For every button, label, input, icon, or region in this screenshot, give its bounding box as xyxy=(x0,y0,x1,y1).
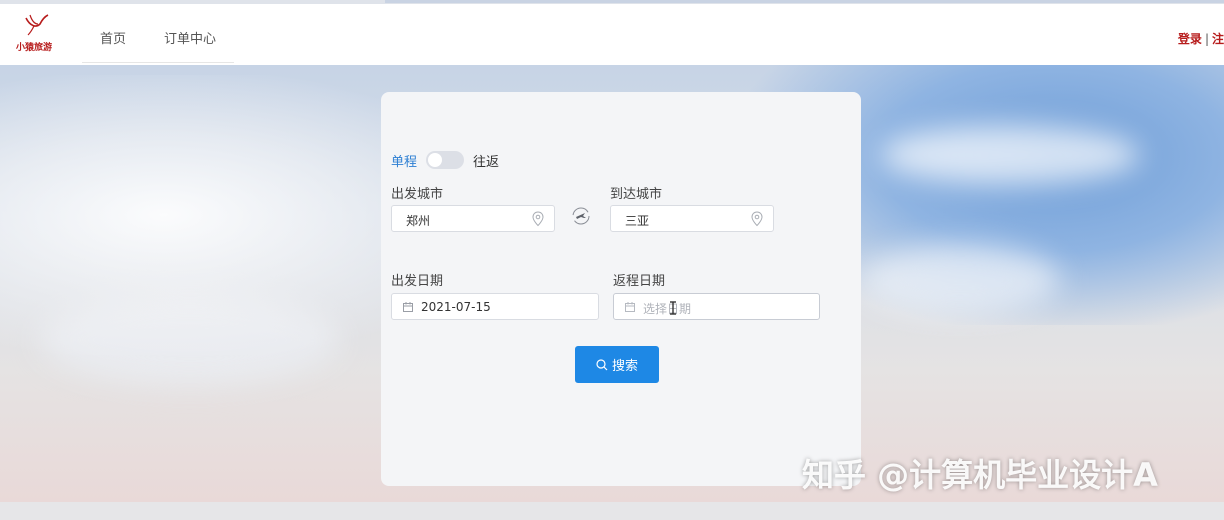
departure-date-input[interactable]: 2021-07-15 xyxy=(391,293,599,320)
nav-orders[interactable]: 订单中心 xyxy=(164,28,216,47)
departure-city-input[interactable]: 郑州 xyxy=(391,205,555,232)
departure-city-value: 郑州 xyxy=(406,214,431,228)
search-button-label: 搜索 xyxy=(611,359,638,374)
arrival-city-label: 到达城市 xyxy=(610,187,663,202)
auth-separator: | xyxy=(1204,32,1209,46)
departure-date-label: 出发日期 xyxy=(391,274,444,289)
departure-date-value: 2021-07-15 xyxy=(421,300,491,314)
watermark: 知乎 @计算机毕业设计A xyxy=(802,456,1158,494)
cloud xyxy=(880,125,1140,185)
return-date-placeholder: 选择日期 xyxy=(643,302,692,316)
location-pin-icon xyxy=(532,211,544,227)
text-cursor-icon xyxy=(670,301,676,315)
cloud xyxy=(40,295,340,385)
one-way-label[interactable]: 单程 xyxy=(391,151,417,170)
return-date-input[interactable]: 选择日期 xyxy=(613,293,820,320)
toggle-knob xyxy=(428,153,443,167)
browser-tab xyxy=(385,0,1224,3)
search-button[interactable]: 搜索 xyxy=(575,346,659,383)
logo-text: 小猿旅游 xyxy=(15,43,52,53)
search-icon xyxy=(596,358,608,370)
bottom-bar xyxy=(0,502,1224,520)
calendar-icon xyxy=(625,302,635,312)
departure-city-label: 出发城市 xyxy=(391,187,444,202)
nav-home[interactable]: 首页 xyxy=(100,28,126,47)
nav-divider xyxy=(82,62,234,63)
calendar-icon xyxy=(403,302,413,312)
login-link[interactable]: 登录 xyxy=(1178,32,1202,46)
bird-logo-icon xyxy=(25,14,49,36)
site-logo[interactable]: 小猿旅游 xyxy=(10,12,58,56)
trip-type-toggle[interactable] xyxy=(426,151,465,169)
plane-swap-icon[interactable] xyxy=(571,206,591,226)
cloud xyxy=(860,245,1060,315)
flight-search-card: 单程 往返 出发城市 郑州 到达城市 三亚 出发日期 2021-07-15 返程… xyxy=(381,92,861,486)
arrival-city-value: 三亚 xyxy=(625,214,650,228)
register-link[interactable]: 注 xyxy=(1212,32,1224,46)
site-header: 小猿旅游 首页 订单中心 登录 | 注 xyxy=(0,4,1224,65)
arrival-city-input[interactable]: 三亚 xyxy=(610,205,774,232)
round-trip-label[interactable]: 往返 xyxy=(473,151,499,170)
trip-type-switch: 单程 往返 xyxy=(391,150,499,170)
return-date-label: 返程日期 xyxy=(613,274,666,289)
location-pin-icon xyxy=(751,211,763,227)
auth-links: 登录 | 注 xyxy=(1178,30,1224,47)
